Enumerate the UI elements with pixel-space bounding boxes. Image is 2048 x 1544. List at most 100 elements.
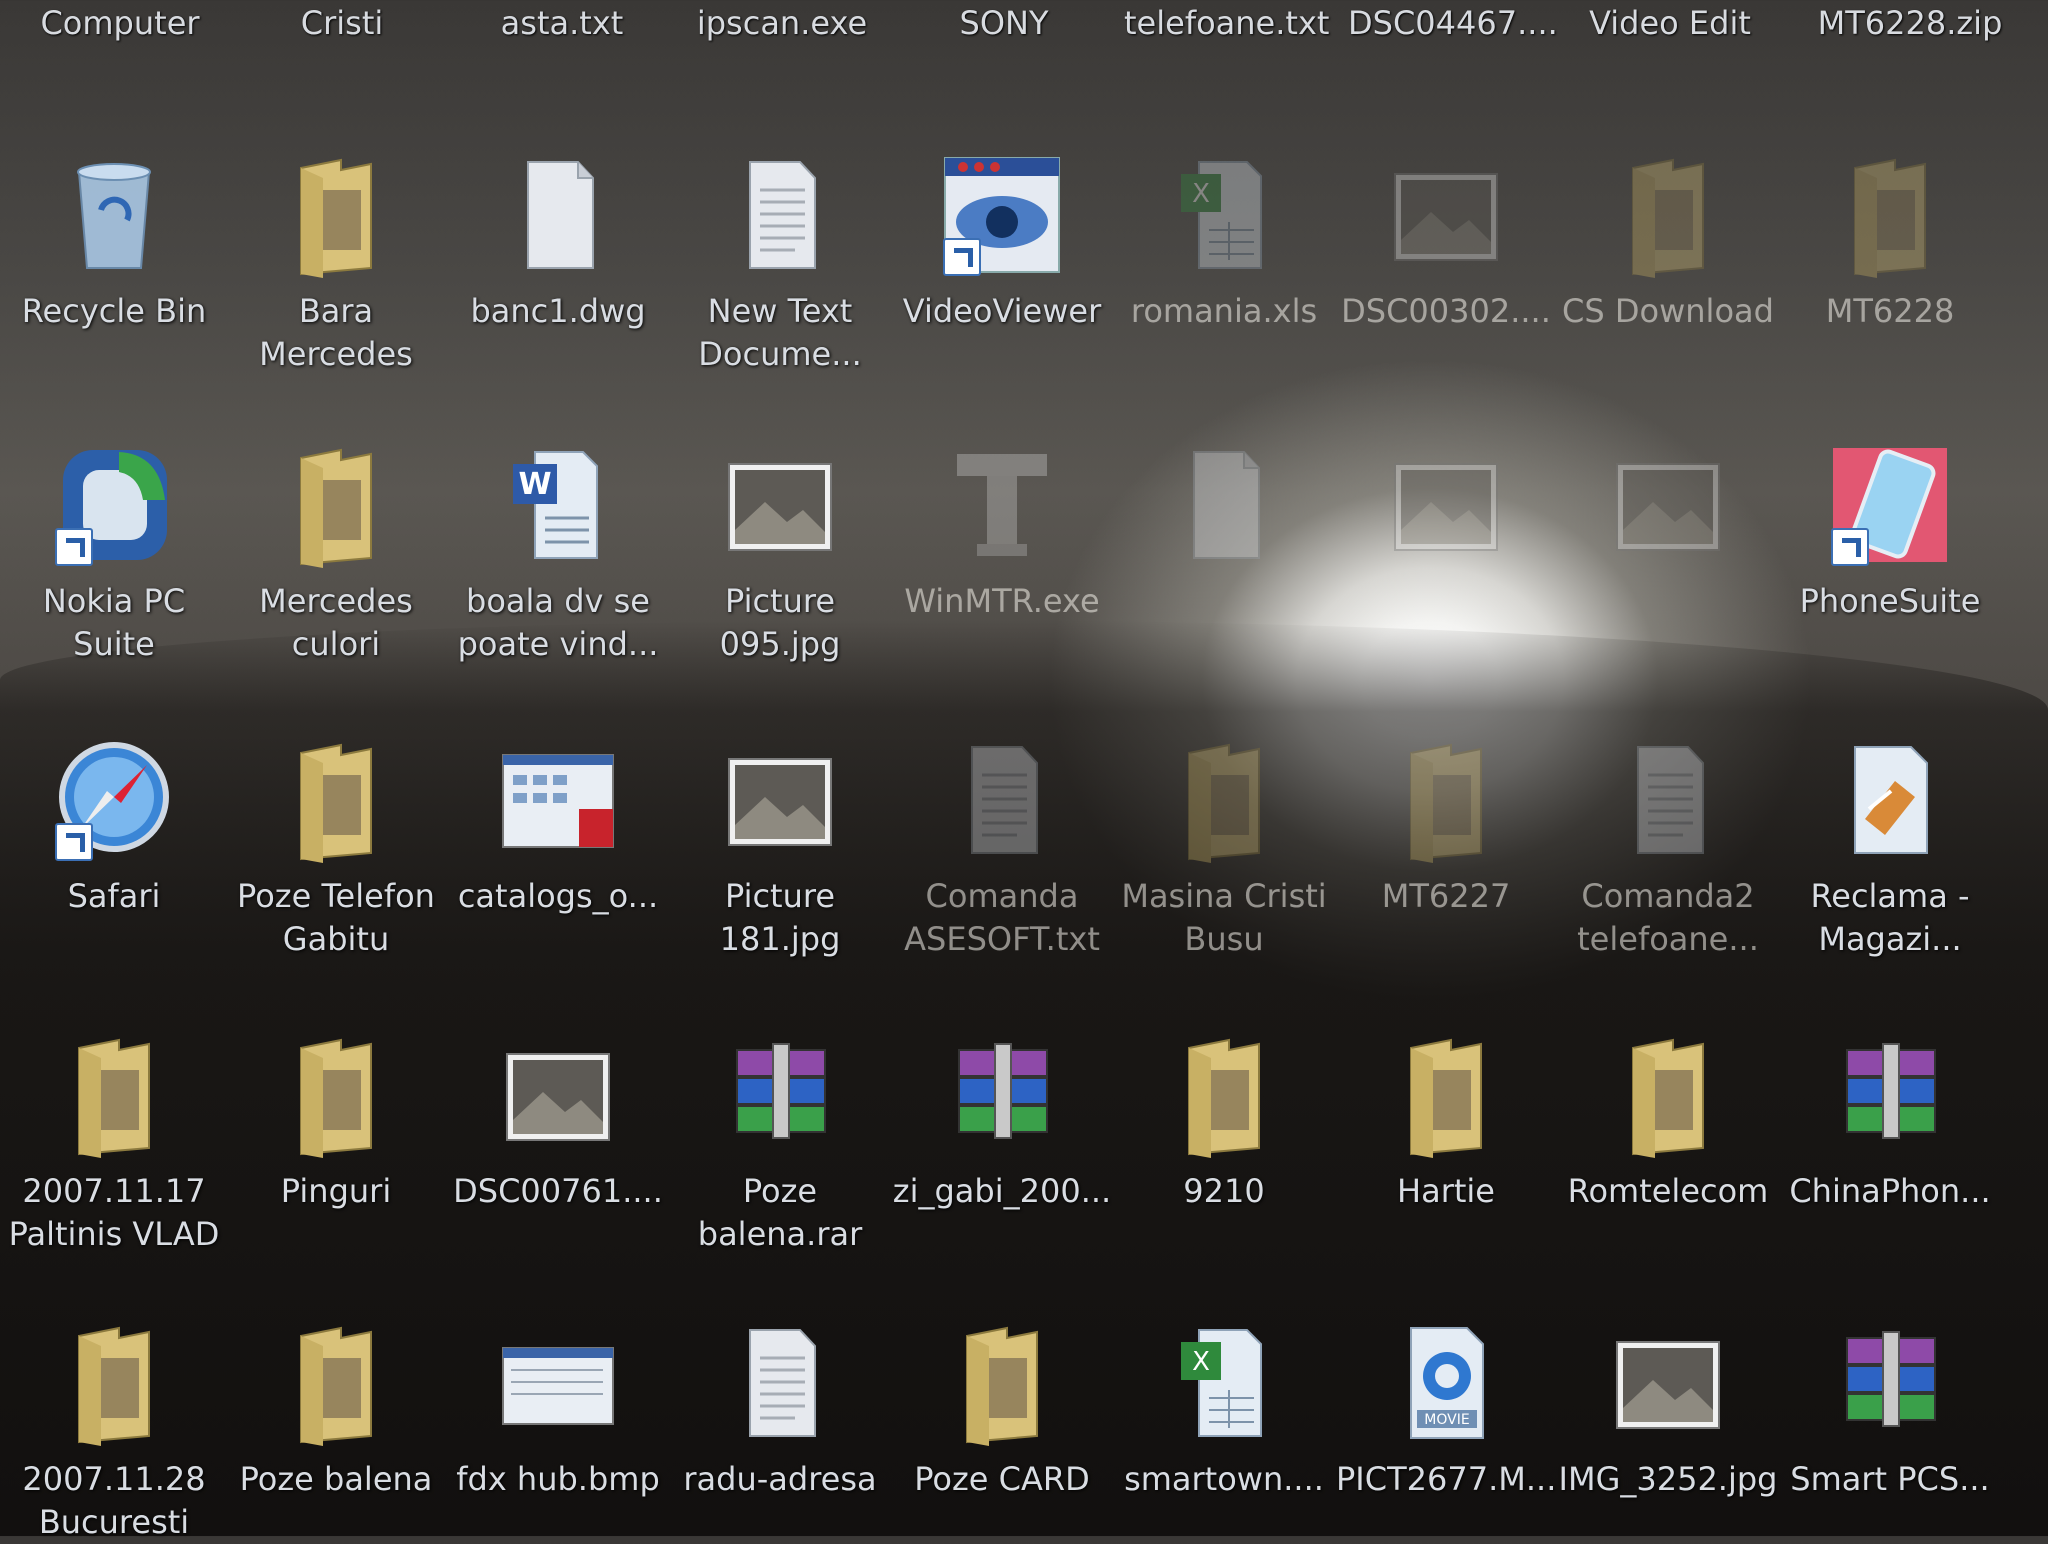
folder-icon xyxy=(1825,150,1955,280)
folder-icon xyxy=(1381,1030,1511,1160)
desktop-icon[interactable]: DSC00302.... xyxy=(1336,150,1556,333)
desktop-icon[interactable]: Mercedes culori xyxy=(226,440,446,666)
file-icon xyxy=(493,150,623,280)
desktop-icon-label: Hartie xyxy=(1397,1172,1495,1210)
phone-suite-icon xyxy=(1825,440,1955,570)
desktop-icon[interactable]: Poze balena xyxy=(226,1318,446,1501)
folder-icon xyxy=(271,440,401,570)
desktop-icon[interactable]: MT6228 xyxy=(1780,150,2000,333)
desktop-icon[interactable]: Pinguri xyxy=(226,1030,446,1213)
desktop-icon[interactable]: Hartie xyxy=(1336,1030,1556,1213)
folder-icon xyxy=(937,1318,1067,1448)
bitmap-file-icon xyxy=(493,1318,623,1448)
image-file-icon xyxy=(1381,150,1511,280)
desktop-icon[interactable]: Xsmartown.... xyxy=(1114,1318,1334,1501)
desktop-icon[interactable]: Picture 095.jpg xyxy=(670,440,890,666)
quicktime-movie-icon: MOVIE xyxy=(1381,1318,1511,1448)
winrar-archive-icon xyxy=(1825,1318,1955,1448)
top-row-label-1[interactable]: Cristi xyxy=(242,4,442,42)
desktop-icon[interactable]: Poze CARD xyxy=(892,1318,1112,1501)
desktop-icon-label: Reclama - Magazi... xyxy=(1810,877,1970,958)
desktop-icon[interactable]: Poze balena.rar xyxy=(670,1030,890,1256)
desktop-icon[interactable]: Reclama - Magazi... xyxy=(1780,735,2000,961)
desktop-icon-label: Poze CARD xyxy=(914,1460,1090,1498)
word-document-icon: W xyxy=(493,440,623,570)
image-file-icon xyxy=(1603,440,1733,570)
desktop-icon[interactable]: Masina Cristi Busu xyxy=(1114,735,1334,961)
desktop-icon[interactable]: Comanda2 telefoane... xyxy=(1558,735,1778,961)
desktop-icon[interactable]: Wboala dv se poate vind... xyxy=(448,440,668,666)
folder-icon xyxy=(271,150,401,280)
text-file-icon xyxy=(937,735,1067,865)
image-file-icon xyxy=(715,440,845,570)
desktop-icon[interactable]: MOVIE PICT2677.M... xyxy=(1336,1318,1556,1501)
top-row-label-7[interactable]: Video Edit xyxy=(1570,4,1770,42)
desktop-icon-label: Mercedes culori xyxy=(259,582,413,663)
safari-compass-icon xyxy=(49,735,179,865)
folder-icon xyxy=(1159,735,1289,865)
desktop-icon[interactable]: CS Download xyxy=(1558,150,1778,333)
desktop-icon[interactable]: fdx hub.bmp xyxy=(448,1318,668,1501)
desktop-icon[interactable]: MT6227 xyxy=(1336,735,1556,918)
desktop-icon[interactable]: Safari xyxy=(4,735,224,918)
desktop-icon-label: Smart PCS... xyxy=(1790,1460,1990,1498)
desktop-icon[interactable]: Recycle Bin xyxy=(4,150,224,333)
sketch-file-icon xyxy=(1825,735,1955,865)
desktop-icon-label: 2007.11.17 Paltinis VLAD xyxy=(8,1172,220,1253)
shortcut-arrow-icon xyxy=(943,238,981,276)
desktop-icon[interactable]: WinMTR.exe xyxy=(892,440,1112,623)
desktop-icon-label: fdx hub.bmp xyxy=(456,1460,660,1498)
desktop-icon[interactable]: banc1.dwg xyxy=(448,150,668,333)
desktop-icon-label: romania.xls xyxy=(1130,292,1318,330)
desktop-icon[interactable]: catalogs_o... xyxy=(448,735,668,918)
desktop-icon[interactable]: DSC00761.... xyxy=(448,1030,668,1213)
nokia-pc-suite-icon xyxy=(49,440,179,570)
text-file-icon xyxy=(1603,735,1733,865)
desktop-icon[interactable]: VideoViewer xyxy=(892,150,1112,333)
excel-file-icon: X xyxy=(1159,1318,1289,1448)
desktop-icon[interactable]: Nokia PC Suite xyxy=(4,440,224,666)
top-row-label-2[interactable]: asta.txt xyxy=(462,4,662,42)
desktop-icon[interactable]: Xromania.xls xyxy=(1114,150,1334,333)
top-row-label-5[interactable]: telefoane.txt xyxy=(1124,4,1329,42)
desktop-icon[interactable]: Comanda ASESOFT.txt xyxy=(892,735,1112,961)
image-file-icon xyxy=(493,1030,623,1160)
desktop-icon[interactable]: IMG_3252.jpg xyxy=(1558,1318,1778,1501)
desktop-icon[interactable]: Poze Telefon Gabitu xyxy=(226,735,446,961)
desktop-icon[interactable] xyxy=(1114,440,1334,580)
desktop-icon[interactable]: 2007.11.28 Bucuresti xyxy=(4,1318,224,1544)
desktop-icon-label: Nokia PC Suite xyxy=(42,582,186,663)
desktop-icon-label: radu-adresa xyxy=(683,1460,877,1498)
desktop-icon-label: MT6227 xyxy=(1381,877,1511,915)
desktop-icon[interactable]: New Text Docume... xyxy=(670,150,890,376)
folder-icon xyxy=(49,1030,179,1160)
desktop-icon-label: Poze Telefon Gabitu xyxy=(237,877,435,958)
desktop-icon[interactable]: Picture 181.jpg xyxy=(670,735,890,961)
desktop-icon-label: PICT2677.M... xyxy=(1336,1460,1557,1498)
desktop-icon[interactable]: 9210 xyxy=(1114,1030,1334,1213)
top-row-label-0[interactable]: Computer xyxy=(20,4,220,42)
desktop-icon-label: smartown.... xyxy=(1124,1460,1324,1498)
desktop-icon[interactable]: PhoneSuite xyxy=(1780,440,2000,623)
desktop-icon[interactable] xyxy=(1558,440,1778,580)
desktop-icon-label: Comanda ASESOFT.txt xyxy=(904,877,1100,958)
top-row-label-6[interactable]: DSC04467.... xyxy=(1348,4,1558,42)
desktop-icon[interactable]: Romtelecom xyxy=(1558,1030,1778,1213)
desktop-icon[interactable]: 2007.11.17 Paltinis VLAD xyxy=(4,1030,224,1256)
desktop-icon-label: New Text Docume... xyxy=(698,292,862,373)
desktop-icon[interactable] xyxy=(1336,440,1556,580)
desktop-icon-label: IMG_3252.jpg xyxy=(1558,1460,1778,1498)
desktop-icon[interactable]: ChinaPhon... xyxy=(1780,1030,2000,1213)
desktop-icon[interactable]: Bara Mercedes xyxy=(226,150,446,376)
desktop-icon[interactable]: Smart PCS... xyxy=(1780,1318,2000,1501)
text-file-icon xyxy=(715,150,845,280)
desktop-icon-label: boala dv se poate vind... xyxy=(457,582,659,663)
desktop-icon-label: Bara Mercedes xyxy=(259,292,413,373)
top-row-label-4[interactable]: SONY xyxy=(904,4,1104,42)
top-row-label-3[interactable]: ipscan.exe xyxy=(682,4,882,42)
shortcut-arrow-icon xyxy=(55,528,93,566)
desktop-icon[interactable]: zi_gabi_200... xyxy=(892,1030,1112,1213)
shortcut-arrow-icon xyxy=(1831,528,1869,566)
top-row-label-8[interactable]: MT6228.zip xyxy=(1810,4,2010,42)
desktop-icon[interactable]: radu-adresa xyxy=(670,1318,890,1501)
